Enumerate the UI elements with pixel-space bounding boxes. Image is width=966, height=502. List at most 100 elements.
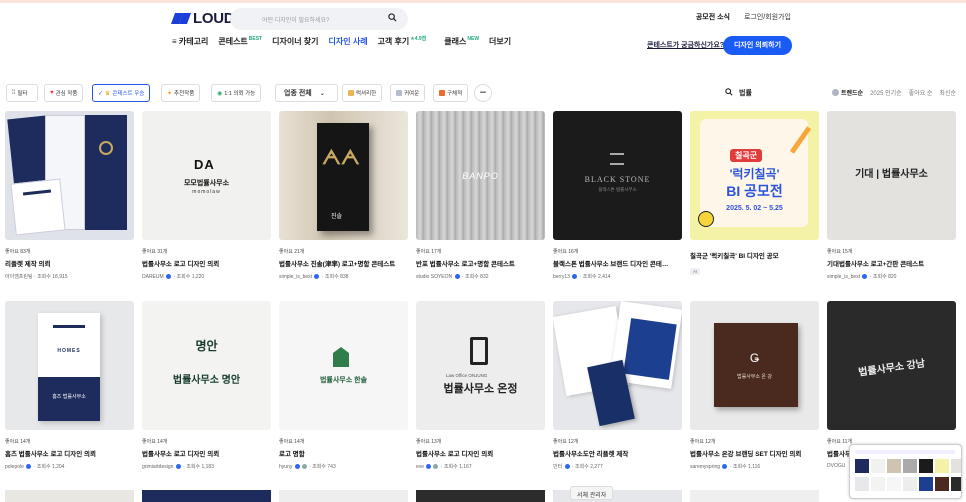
design-card[interactable]: 법률사무소 한솔 좋아요 14개 로고 명함 hyuny · 조회수 743 [279, 301, 408, 470]
design-card[interactable]: Law Office ONJUNG 법률사무소 온정 좋아요 13개 법률사무소… [416, 301, 545, 470]
author[interactable]: 아이엠프린팅 [5, 274, 33, 280]
tag-luxury[interactable]: 럭셔리한 [342, 84, 383, 102]
author[interactable]: saremyspring [690, 464, 720, 470]
card-thumbnail[interactable]: BANPO [416, 111, 545, 240]
card-title[interactable]: 법률사무소 로고 디자인 의뢰 [416, 448, 545, 458]
card-title[interactable]: 블랙스톤 법률사무소 브랜드 디자인 콘테… [553, 258, 682, 268]
font-manager-tab[interactable]: 서체 관리자 [570, 486, 614, 500]
industry-dropdown[interactable]: 업종 전체 ⌄ [275, 84, 338, 102]
verified-icon [862, 274, 868, 279]
card-title[interactable]: 로고 명함 [279, 448, 408, 458]
author[interactable]: hyuny [279, 464, 292, 470]
author[interactable]: simple_is_best [827, 274, 860, 280]
design-card[interactable]: HOMES 홈즈 법률사무소 좋아요 14개 홈즈 법률사무소 로고 디자인 의… [5, 301, 134, 470]
design-card[interactable]: Ǥ 법률사무소 온 강 좋아요 12개 법률사무소 온강 브랜딩 SET 디자인… [690, 301, 819, 470]
nav-more[interactable]: 더보기 [489, 36, 511, 47]
recommended-chip[interactable]: ✦ 추천작품 [161, 84, 201, 102]
design-card[interactable]: 좋아요 83개 리플렛 제작 의뢰 아이엠프린팅 · 조회수 18,915 [5, 111, 134, 280]
author[interactable]: berry13 [553, 274, 570, 280]
thumb-text: Law Office ONJUNG [446, 373, 488, 378]
logo[interactable]: LOUD [170, 10, 235, 27]
design-card[interactable]: 칠곡군 '럭키칠곡' BI 공모전 2025. 5. 02 ~ 5.25 칠곡군… [690, 111, 819, 278]
card-thumbnail[interactable] [553, 301, 682, 430]
card-title[interactable]: 칠곡군 '럭키칠곡' BI 디자인 공모 [690, 250, 819, 260]
sort-trend[interactable]: 트렌드순 [832, 88, 863, 97]
card-title[interactable]: 홈즈 법률사무소 로고 디자인 의뢰 [5, 448, 134, 458]
favorites-chip[interactable]: ♥ 관심 작품 [44, 84, 84, 102]
card-title[interactable]: 법률사무소도안 리플렛 제작 [553, 448, 682, 458]
design-card[interactable]: DA 모모법률사무소 momolaw 좋아요 31개 법률사무소 로고 디자인 … [142, 111, 271, 280]
contest-winner-chip[interactable]: ✓ ♛ 콘테스트 우승 [92, 84, 151, 102]
thumb-text: momolaw [192, 189, 221, 195]
card-title[interactable]: 법률사무소 로고 디자인 의뢰 [142, 258, 271, 268]
preview-header [855, 450, 955, 454]
filter-button[interactable]: ⁞⁞ 필터 [6, 84, 38, 102]
thumb-text: BLACK STONE [584, 175, 651, 184]
card-thumbnail[interactable]: DA 모모법률사무소 momolaw [142, 111, 271, 240]
card-thumbnail[interactable] [5, 111, 134, 240]
card-title[interactable]: 리플렛 제작 의뢰 [5, 258, 134, 268]
design-card[interactable]: 기대 | 법률사무소 좋아요 15개 기대법률사무소 로고+간판 콘테스트 si… [827, 111, 956, 280]
verified-icon [166, 274, 172, 279]
design-card[interactable]: 명안 법률사무소 명안 좋아요 14개 법률사무소 로고 디자인 의뢰 grim… [142, 301, 271, 470]
design-card[interactable]: BLACK STONE 블랙스톤 법률사무소 좋아요 16개 블랙스톤 법률사무… [553, 111, 682, 280]
card-thumbnail[interactable]: 기대 | 법률사무소 [827, 111, 956, 240]
sort-newest[interactable]: 최신순 [939, 88, 956, 97]
nav-contest[interactable]: 콘테스트BEST [218, 36, 262, 47]
card-title[interactable]: 기대법률사무소 로고+간판 콘테스트 [827, 258, 956, 268]
card-title[interactable]: 법률사무소 로고 디자인 의뢰 [142, 448, 271, 458]
card-thumbnail[interactable]: HOMES 홈즈 법률사무소 [5, 301, 134, 430]
tag-cute[interactable]: 귀여운 [390, 84, 426, 102]
cute-icon [396, 90, 402, 96]
request-design-button[interactable]: 디자인 의뢰하기 [723, 36, 792, 55]
card-thumbnail[interactable]: Law Office ONJUNG 법률사무소 온정 [416, 301, 545, 430]
card-title[interactable]: 반포 법률사무소 로고+명함 콘테스트 [416, 258, 545, 268]
keyword-search[interactable]: 법률 [725, 88, 752, 98]
new-badge: NEW [467, 36, 480, 42]
nav-category[interactable]: ≡ 카테고리 [172, 36, 208, 47]
filter-icon: ⁞⁞ [12, 90, 16, 96]
one-on-one-chip[interactable]: ◉ 1:1 의뢰 가능 [211, 84, 262, 102]
design-card[interactable]: BANPO 좋아요 17개 반포 법률사무소 로고+명함 콘테스트 studio… [416, 111, 545, 280]
card-thumbnail[interactable]: Ǥ 법률사무소 온 강 [690, 301, 819, 430]
nav-design-cases[interactable]: 디자인 사례 [329, 36, 368, 47]
author[interactable]: DVOGU [827, 463, 845, 469]
card-title[interactable]: 법률사무소 진솔(津率) 로고+명함 콘테스트 [279, 258, 408, 268]
author[interactable]: studio SOYEON [416, 274, 452, 280]
author[interactable]: simple_is_best [279, 274, 312, 280]
tag-concrete[interactable]: 구체적 [433, 84, 469, 102]
card-thumbnail[interactable]: 법률사무소 강남 [827, 301, 956, 430]
views: 조회수 1,116 [732, 464, 761, 470]
card-thumbnail[interactable]: 법률사무소 한솔 [279, 301, 408, 430]
design-card[interactable]: 좋아요 12개 법률사무소도안 리플렛 제작 민터 · 조회수 2,277 [553, 301, 682, 470]
likes-count: 좋아요 21개 [279, 249, 305, 255]
nav-reviews[interactable]: 고객 후기★4.9점 [378, 36, 427, 47]
card-thumbnail[interactable]: ᗅᗅ 진솔 [279, 111, 408, 240]
rating-badge: ★4.9점 [410, 36, 427, 42]
preview-window[interactable] [849, 444, 962, 499]
login-link[interactable]: 로그인/회원가입 [744, 12, 791, 22]
author[interactable]: grimiartdesign [142, 464, 173, 470]
card-thumbnail[interactable]: BLACK STONE 블랙스톤 법률사무소 [553, 111, 682, 240]
card-title[interactable]: 법률사무소 온강 브랜딩 SET 디자인 의뢰 [690, 448, 819, 458]
sort-popular-2025[interactable]: 2025 인기순 [870, 88, 902, 97]
design-card[interactable]: ᗅᗅ 진솔 좋아요 21개 법률사무소 진솔(津率) 로고+명함 콘테스트 si… [279, 111, 408, 280]
more-tags-button[interactable]: ••• [474, 84, 492, 102]
thumb-text: HOMES [57, 348, 81, 354]
author[interactable]: eve [416, 464, 424, 470]
nav-class[interactable]: 클래스NEW [444, 36, 479, 47]
author[interactable]: 민터 [553, 464, 562, 470]
card-thumbnail[interactable]: 칠곡군 '럭키칠곡' BI 공모전 2025. 5. 02 ~ 5.25 [690, 111, 819, 240]
search-input[interactable]: 어떤 디자인이 필요하세요? [230, 8, 408, 30]
sort-likes[interactable]: 좋아요 순 [909, 88, 933, 97]
verified-icon [454, 274, 460, 279]
likes-count: 좋아요 31개 [142, 249, 168, 255]
author[interactable]: polepole [5, 464, 24, 470]
search-icon[interactable] [388, 13, 397, 22]
help-link[interactable]: 콘테스트가 궁금하신가요? [647, 40, 724, 50]
likes-count: 좋아요 13개 [416, 439, 442, 445]
author[interactable]: DAREUM [142, 274, 164, 280]
notice-link[interactable]: 공모전 소식 [696, 12, 730, 22]
card-thumbnail[interactable]: 명안 법률사무소 명안 [142, 301, 271, 430]
nav-designer[interactable]: 디자이너 찾기 [272, 36, 318, 47]
